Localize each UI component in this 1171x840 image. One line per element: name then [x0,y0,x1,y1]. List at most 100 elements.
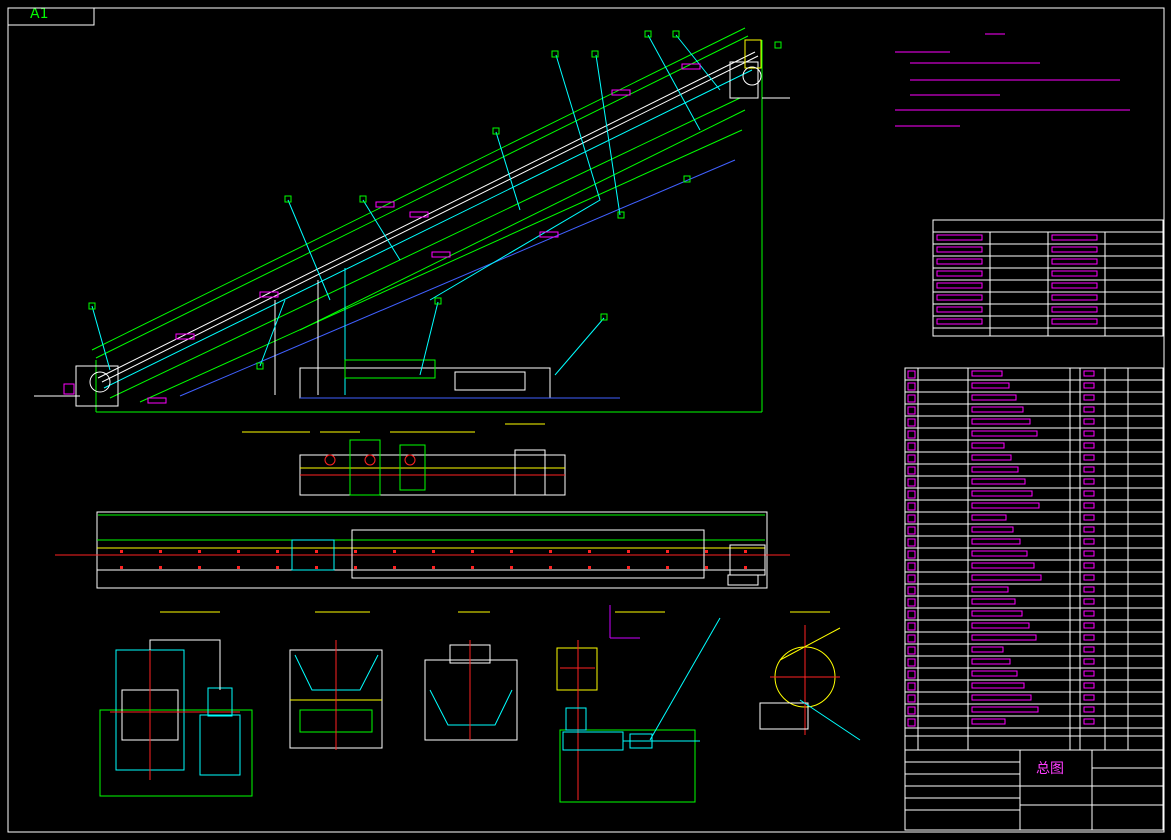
plan-idler-mark [315,566,318,569]
parts-item-number [907,622,916,631]
plan-idler-mark [588,550,591,553]
parts-item-name [971,430,1038,437]
parts-item-material [1083,550,1095,557]
parts-item-material [1083,514,1095,521]
parts-item-number [907,634,916,643]
parts-item-number [907,718,916,727]
plan-idler-mark [510,566,513,569]
parts-item-material [1083,562,1095,569]
spec-cell-label [1051,318,1098,325]
spec-cell-label [936,282,983,289]
parts-list-table [904,367,1164,751]
parts-item-number [907,538,916,547]
parts-item-number [907,442,916,451]
spec-cell-label [1051,270,1098,277]
pulley-detail-view [759,625,861,741]
parts-item-material [1083,442,1095,449]
parts-item-name [971,574,1042,581]
spec-cell-label [936,270,983,277]
plan-idler-mark [315,550,318,553]
plan-idler-mark [549,566,552,569]
spec-cell-label [936,258,983,265]
parts-item-material [1083,538,1095,545]
spec-cell-label [1051,258,1098,265]
parts-item-name [971,610,1023,617]
parts-item-number [907,502,916,511]
parts-item-number [907,454,916,463]
parts-item-name [971,706,1039,713]
parts-item-material [1083,406,1095,413]
parts-item-material [1083,622,1095,629]
plan-idler-mark [120,550,123,553]
plan-idler-mark [159,566,162,569]
plan-idler-mark [666,566,669,569]
parts-list-rows [905,370,1163,729]
spec-cell-label [936,318,983,325]
plan-idler-mark [276,550,279,553]
parts-item-name [971,562,1035,569]
parts-item-name [971,454,1012,461]
parts-item-material [1083,694,1095,701]
parts-item-material [1083,682,1095,689]
cad-drawing-canvas [7,7,1165,833]
side-elevation [34,27,790,413]
plan-idler-mark [432,566,435,569]
parts-item-number [907,394,916,403]
parts-item-name [971,490,1033,497]
plan-idler-mark [237,550,240,553]
plan-idler-mark [276,566,279,569]
plan-idler-mark [627,550,630,553]
parts-item-material [1083,526,1095,533]
parts-item-number [907,682,916,691]
plan-idler-mark [354,566,357,569]
parts-item-material [1083,418,1095,425]
parts-item-material [1083,598,1095,605]
tensioner-view [556,605,721,803]
parts-item-number [907,406,916,415]
plan-idler-mark [120,566,123,569]
plan-idler-mark [588,566,591,569]
parts-item-number [907,658,916,667]
parts-item-material [1083,466,1095,473]
parts-item-number [907,598,916,607]
parts-item-material [1083,454,1095,461]
spec-cell-label [936,294,983,301]
parts-item-name [971,670,1018,677]
parts-item-number [907,466,916,475]
parts-item-number [907,430,916,439]
parts-item-name [971,370,1003,377]
parts-item-name [971,406,1024,413]
parts-item-material [1083,658,1095,665]
parts-item-name [971,598,1016,605]
parts-item-name [971,586,1009,593]
parts-item-material [1083,646,1095,653]
spec-cell-label [1051,294,1098,301]
parts-item-name [971,658,1011,665]
parts-item-material [1083,574,1095,581]
parts-item-material [1083,382,1095,389]
parts-item-number [907,586,916,595]
parts-item-name [971,418,1031,425]
plan-idler-mark [159,550,162,553]
parts-item-number [907,574,916,583]
parts-item-number [907,562,916,571]
spec-cell-label [936,234,983,241]
plan-idler-mark [744,550,747,553]
drive-unit-view [99,639,253,797]
parts-item-number [907,370,916,379]
parts-item-number [907,706,916,715]
parts-item-name [971,478,1026,485]
plan-idler-mark [627,566,630,569]
parts-item-number [907,646,916,655]
parts-item-name [971,394,1017,401]
parts-item-material [1083,634,1095,641]
plan-idler-mark [198,566,201,569]
parts-item-name [971,682,1025,689]
parts-item-name [971,622,1030,629]
plan-idler-mark [705,566,708,569]
carrying-idler-view [289,640,383,750]
parts-item-number [907,478,916,487]
plan-idler-mark [237,566,240,569]
parts-item-name [971,634,1037,641]
parts-item-number [907,490,916,499]
